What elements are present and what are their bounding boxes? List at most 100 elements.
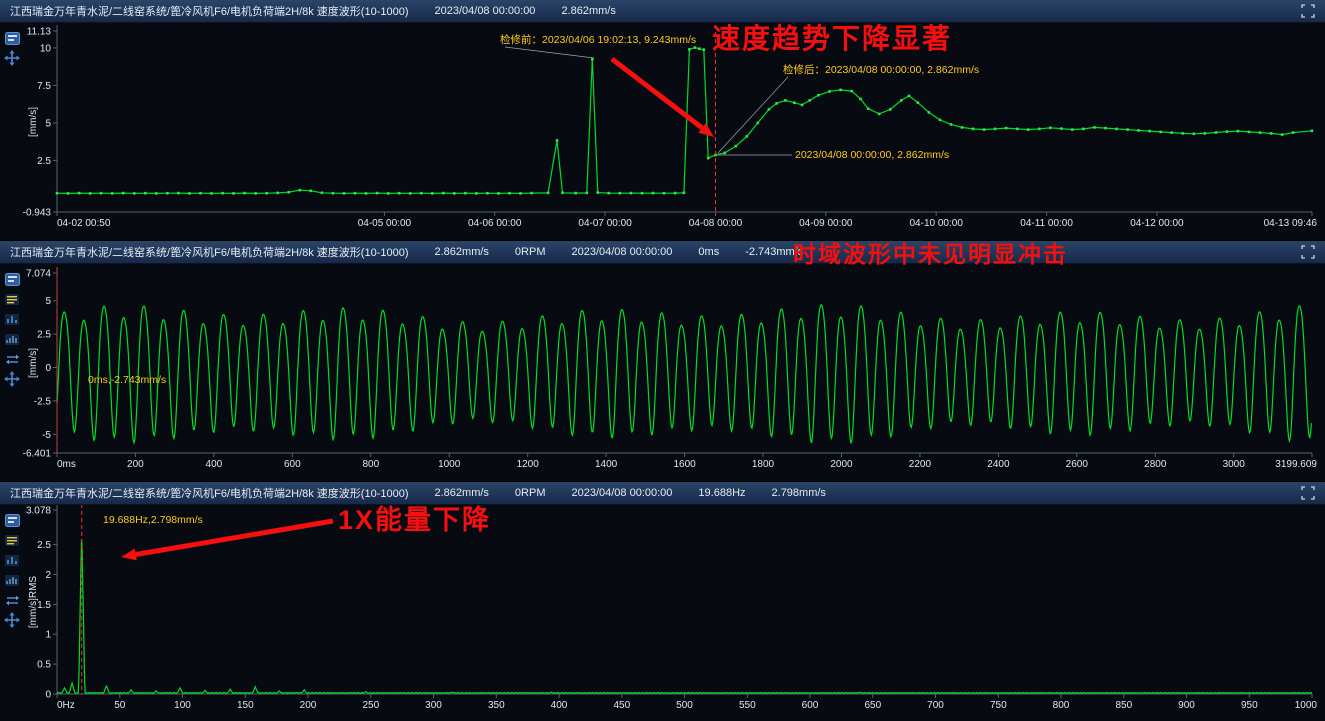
svg-text:11.13: 11.13: [27, 27, 52, 38]
svg-text:[mm/s]: [mm/s]: [28, 348, 39, 378]
sideband-cursor-icon[interactable]: [3, 573, 21, 587]
waveform-chart[interactable]: [mm/s]7.07452.50-2.5-5-6.4010ms200400600…: [0, 264, 1325, 481]
svg-text:04-13 09:46: 04-13 09:46: [1264, 218, 1318, 229]
cursor-frequency-field: 19.688Hz: [698, 487, 745, 499]
trend-chart[interactable]: [mm/s]11.13107.552.5-0.94304-02 00:5004-…: [0, 23, 1325, 240]
timestamp-field: 2023/04/08 00:00:00: [571, 487, 672, 499]
svg-text:0Hz: 0Hz: [57, 700, 75, 711]
svg-text:04-07 00:00: 04-07 00:00: [578, 218, 632, 229]
svg-text:2800: 2800: [1144, 459, 1167, 470]
pan-icon[interactable]: [3, 613, 21, 627]
rpm-field: 0RPM: [515, 246, 546, 258]
svg-text:04-02 00:50: 04-02 00:50: [57, 218, 111, 229]
svg-text:0ms,-2.743mm/s: 0ms,-2.743mm/s: [88, 374, 166, 386]
svg-text:150: 150: [237, 700, 254, 711]
svg-text:3.078: 3.078: [26, 506, 51, 517]
expand-icon[interactable]: [1301, 245, 1315, 259]
svg-text:2.5: 2.5: [37, 330, 51, 341]
measurement-point-path: 江西瑞金万年青水泥/二线窑系统/篦冷风机F6/电机负荷端2H/8k 速度波形(1…: [10, 485, 409, 501]
measurement-point-path: 江西瑞金万年青水泥/二线窑系统/篦冷风机F6/电机负荷端2H/8k 速度波形(1…: [10, 3, 409, 19]
svg-text:0.5: 0.5: [37, 660, 51, 671]
svg-text:350: 350: [488, 700, 505, 711]
rpm-field: 0RPM: [515, 487, 546, 499]
svg-text:1000: 1000: [1295, 700, 1318, 711]
svg-text:-6.401: -6.401: [23, 449, 52, 460]
peak-list-icon[interactable]: [3, 292, 21, 306]
measurement-point-path: 江西瑞金万年青水泥/二线窑系统/篦冷风机F6/电机负荷端2H/8k 速度波形(1…: [10, 244, 409, 260]
svg-text:检修前：2023/04/06 19:02:13, 9.243: 检修前：2023/04/06 19:02:13, 9.243mm/s: [500, 33, 696, 46]
window-icon[interactable]: [3, 31, 21, 45]
spectrum-panel-header: 江西瑞金万年青水泥/二线窑系统/篦冷风机F6/电机负荷端2H/8k 速度波形(1…: [0, 482, 1325, 505]
cursor-amplitude-field: 2.798mm/s: [772, 487, 826, 499]
svg-text:10: 10: [40, 43, 52, 54]
svg-text:400: 400: [551, 700, 568, 711]
vibration-analysis-workspace: 江西瑞金万年青水泥/二线窑系统/篦冷风机F6/电机负荷端2H/8k 速度波形(1…: [0, 0, 1325, 721]
svg-text:650: 650: [864, 700, 881, 711]
svg-text:04-11 00:00: 04-11 00:00: [1020, 218, 1073, 229]
svg-text:0: 0: [45, 690, 51, 701]
spectrum-toolbar: [2, 513, 22, 627]
svg-text:04-05 00:00: 04-05 00:00: [358, 218, 412, 229]
svg-text:1400: 1400: [595, 459, 618, 470]
trend-panel: 江西瑞金万年青水泥/二线窑系统/篦冷风机F6/电机负荷端2H/8k 速度波形(1…: [0, 0, 1325, 241]
svg-text:04-12 00:00: 04-12 00:00: [1130, 218, 1184, 229]
trend-panel-header: 江西瑞金万年青水泥/二线窑系统/篦冷风机F6/电机负荷端2H/8k 速度波形(1…: [0, 0, 1325, 23]
svg-text:-5: -5: [42, 430, 51, 441]
svg-text:5: 5: [45, 296, 51, 307]
trend-red-annotation: 速度趋势下降显著: [712, 24, 952, 53]
pan-icon[interactable]: [3, 51, 21, 65]
window-icon[interactable]: [3, 513, 21, 527]
waveform-toolbar: [2, 272, 22, 386]
svg-text:检修后：2023/04/08 00:00:00, 2.862: 检修后：2023/04/08 00:00:00, 2.862mm/s: [783, 63, 979, 76]
svg-text:1600: 1600: [673, 459, 696, 470]
peak-list-icon[interactable]: [3, 533, 21, 547]
svg-text:-2.5: -2.5: [34, 396, 52, 407]
svg-text:2.5: 2.5: [37, 156, 51, 167]
spectrum-chart-region: [mm/s]RMS3.0782.521.510.500Hz50100150200…: [0, 505, 1325, 721]
window-icon[interactable]: [3, 272, 21, 286]
harmonic-cursor-icon[interactable]: [3, 312, 21, 326]
svg-text:50: 50: [114, 700, 126, 711]
svg-text:700: 700: [927, 700, 944, 711]
spectrum-chart[interactable]: [mm/s]RMS3.0782.521.510.500Hz50100150200…: [0, 505, 1325, 721]
pan-icon[interactable]: [3, 372, 21, 386]
svg-text:5: 5: [45, 118, 51, 129]
svg-text:800: 800: [362, 459, 379, 470]
waveform-chart-region: [mm/s]7.07452.50-2.5-5-6.4010ms200400600…: [0, 264, 1325, 481]
unit-toggle-icon[interactable]: [3, 352, 21, 366]
trend-toolbar: [2, 31, 22, 65]
svg-text:950: 950: [1241, 700, 1258, 711]
svg-text:2: 2: [45, 570, 51, 581]
spectrum-red-annotation: 1X能量下降: [338, 506, 491, 534]
harmonic-cursor-icon[interactable]: [3, 553, 21, 567]
svg-text:04-09 00:00: 04-09 00:00: [799, 218, 853, 229]
svg-text:3000: 3000: [1223, 459, 1246, 470]
sideband-cursor-icon[interactable]: [3, 332, 21, 346]
timestamp-field: 2023/04/08 00:00:00: [435, 5, 536, 17]
svg-text:7.5: 7.5: [37, 81, 51, 92]
svg-text:850: 850: [1115, 700, 1132, 711]
svg-text:0ms: 0ms: [57, 459, 76, 470]
trend-chart-region: [mm/s]11.13107.552.5-0.94304-02 00:5004-…: [0, 23, 1325, 240]
svg-text:2.5: 2.5: [37, 540, 51, 551]
svg-text:2000: 2000: [830, 459, 853, 470]
expand-icon[interactable]: [1301, 486, 1315, 500]
svg-text:2400: 2400: [987, 459, 1010, 470]
svg-text:3199.609: 3199.609: [1275, 459, 1317, 470]
expand-icon[interactable]: [1301, 4, 1315, 18]
svg-text:2023/04/08 00:00:00, 2.862mm/s: 2023/04/08 00:00:00, 2.862mm/s: [795, 149, 949, 161]
unit-toggle-icon[interactable]: [3, 593, 21, 607]
svg-text:0: 0: [45, 363, 51, 374]
waveform-panel-header: 江西瑞金万年青水泥/二线窑系统/篦冷风机F6/电机负荷端2H/8k 速度波形(1…: [0, 241, 1325, 264]
svg-text:-0.943: -0.943: [23, 208, 52, 219]
svg-text:1200: 1200: [517, 459, 540, 470]
svg-text:300: 300: [425, 700, 442, 711]
svg-text:04-06 00:00: 04-06 00:00: [468, 218, 522, 229]
svg-text:900: 900: [1178, 700, 1195, 711]
svg-text:750: 750: [990, 700, 1007, 711]
svg-text:1: 1: [45, 630, 51, 641]
overall-velocity-field: 2.862mm/s: [435, 487, 489, 499]
svg-text:500: 500: [676, 700, 693, 711]
svg-text:04-08 00:00: 04-08 00:00: [689, 218, 743, 229]
svg-text:400: 400: [206, 459, 223, 470]
